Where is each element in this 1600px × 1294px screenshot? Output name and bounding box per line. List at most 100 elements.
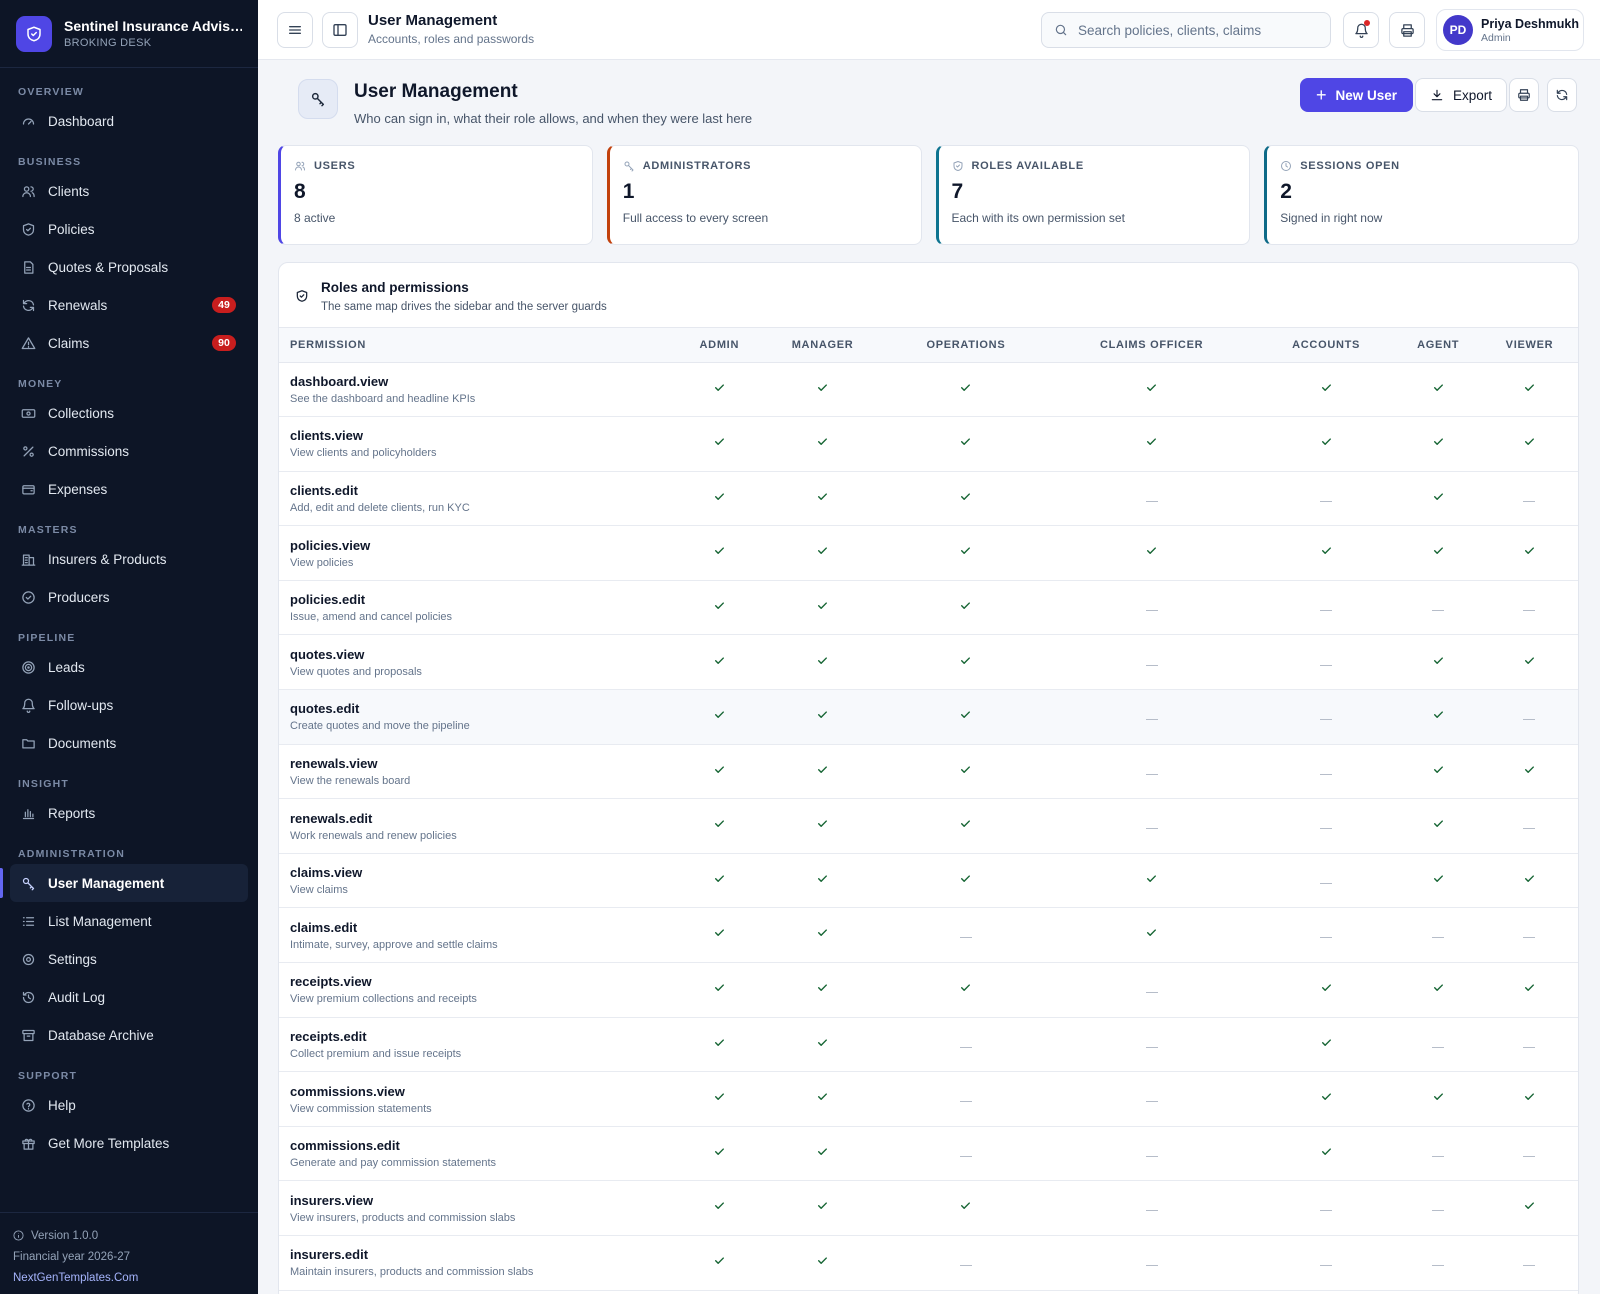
table-row[interactable]: clients.view View clients and policyholde… <box>279 416 1578 472</box>
kpi-card-administrators: ADMINISTRATORS 1 Full access to every scre… <box>606 145 922 245</box>
dash-icon <box>959 1149 973 1163</box>
sidebar-item-label: Reports <box>48 805 96 821</box>
sidebar-item-insurers-products[interactable]: Insurers & Products <box>10 540 248 578</box>
search-box[interactable] <box>1041 12 1331 48</box>
permission-code: claims.edit <box>290 919 358 935</box>
grant-cell <box>1046 416 1257 472</box>
check-icon <box>959 871 973 885</box>
print-button[interactable] <box>1389 12 1425 48</box>
table-row[interactable]: insurers.view View insurers, products and… <box>279 1180 1578 1236</box>
sidebar-item-list-management[interactable]: List Management <box>10 902 248 940</box>
new-user-button[interactable]: + New User <box>1300 78 1414 112</box>
table-row[interactable]: dashboard.view See the dashboard and head… <box>279 362 1578 418</box>
grant-cell <box>1256 416 1396 472</box>
table-row[interactable]: quotes.edit Create quotes and move the pi… <box>279 689 1578 745</box>
sidebar-item-follow-ups[interactable]: Follow-ups <box>10 686 248 724</box>
grant-cell <box>679 907 760 964</box>
dash-icon <box>1522 931 1536 945</box>
grant-cell <box>1256 853 1396 909</box>
sidebar-item-settings[interactable]: Settings <box>10 940 248 978</box>
user-menu[interactable]: PD Priya Deshmukh Admin <box>1436 9 1584 51</box>
sidebar-item-collections[interactable]: Collections <box>10 394 248 432</box>
grant-cell <box>1046 744 1257 800</box>
sidebar-item-renewals[interactable]: Renewals 49 <box>10 286 248 324</box>
sidebar-item-quotes-proposals[interactable]: Quotes & Proposals <box>10 248 248 286</box>
check-icon <box>712 871 726 885</box>
table-row[interactable]: commissions.view View commission statemen… <box>279 1071 1578 1127</box>
table-row[interactable]: renewals.view View the renewals board <box>279 744 1578 800</box>
check-icon <box>1145 435 1159 449</box>
check-icon <box>959 489 973 503</box>
sidebar-footer: Version 1.0.0 Financial year 2026-27 Nex… <box>0 1212 258 1294</box>
notifications-button[interactable] <box>1343 12 1379 48</box>
print-page-button[interactable] <box>1509 78 1539 112</box>
export-button[interactable]: Export <box>1415 78 1508 112</box>
wallet-icon <box>20 481 36 497</box>
templates-link[interactable]: NextGenTemplates.Com <box>13 1267 245 1288</box>
sidebar-item-clients[interactable]: Clients <box>10 172 248 210</box>
table-row[interactable]: clients.edit Add, edit and delete clients… <box>279 471 1578 527</box>
table-row[interactable]: policies.view View policies <box>279 525 1578 581</box>
brand[interactable]: Sentinel Insurance Advisors BROKING DESK <box>0 0 258 68</box>
grant-cell <box>1395 634 1481 691</box>
check-icon <box>1319 380 1333 394</box>
check-icon <box>712 598 726 612</box>
table-row[interactable]: insurers.edit Maintain insurers, products… <box>279 1235 1578 1291</box>
target-icon <box>20 659 36 675</box>
list-icon <box>20 913 36 929</box>
sidebar-item-producers[interactable]: Producers <box>10 578 248 616</box>
sidebar-item-expenses[interactable]: Expenses <box>10 470 248 508</box>
sidebar-item-get-more-templates[interactable]: Get More Templates <box>10 1124 248 1162</box>
sidebar-item-user-management[interactable]: User Management <box>0 864 248 902</box>
dash-icon <box>1522 822 1536 836</box>
dash-icon <box>1145 658 1159 672</box>
permission-cell: quotes.view View quotes and proposals <box>279 634 679 691</box>
table-row[interactable]: claims.view View claims <box>279 853 1578 909</box>
table-row[interactable]: commissions.edit Generate and pay commiss… <box>279 1126 1578 1182</box>
table-row[interactable]: renewals.edit Work renewals and renew pol… <box>279 798 1578 854</box>
sidebar-item-dashboard[interactable]: Dashboard <box>10 102 248 140</box>
clock-icon <box>1280 160 1292 172</box>
sidebar-item-claims[interactable]: Claims 90 <box>10 324 248 362</box>
check-icon <box>712 380 726 394</box>
table-row[interactable]: policies.edit Issue, amend and cancel pol… <box>279 580 1578 636</box>
sidebar-item-commissions[interactable]: Commissions <box>10 432 248 470</box>
sidebar-item-documents[interactable]: Documents <box>10 724 248 762</box>
check-icon <box>712 1199 726 1213</box>
permission-cell: policies.edit Issue, amend and cancel pol… <box>279 580 679 636</box>
sidebar-item-help[interactable]: Help <box>10 1086 248 1124</box>
sidebar-item-reports[interactable]: Reports <box>10 794 248 832</box>
toggle-sidebar-button[interactable] <box>322 12 358 48</box>
permission-description: View claims <box>290 884 348 897</box>
sidebar-item-audit-log[interactable]: Audit Log <box>10 978 248 1016</box>
grant-cell <box>1256 1235 1396 1291</box>
grant-cell <box>1046 689 1257 745</box>
permission-code: quotes.view <box>290 646 365 662</box>
permission-cell: clients.edit Add, edit and delete clients… <box>279 471 679 527</box>
table-row[interactable]: receipts.edit Collect premium and issue r… <box>279 1017 1578 1073</box>
table-row[interactable]: receipts.view View premium collections an… <box>279 962 1578 1018</box>
search-input[interactable] <box>1078 22 1318 38</box>
check-icon <box>1522 981 1536 995</box>
sidebar-item-database-archive[interactable]: Database Archive <box>10 1016 248 1054</box>
kpi-value: 7 <box>951 180 964 203</box>
permission-code: insurers.view <box>290 1192 374 1208</box>
sidebar-item-leads[interactable]: Leads <box>10 648 248 686</box>
grant-cell <box>885 525 1047 581</box>
table-row[interactable]: claims.edit Intimate, survey, approve and… <box>279 907 1578 964</box>
grant-cell <box>679 1235 760 1291</box>
grant-cell <box>679 362 760 418</box>
grant-cell <box>1480 689 1578 745</box>
menu-button[interactable] <box>277 12 313 48</box>
grant-cell <box>1395 744 1481 800</box>
sidebar-item-policies[interactable]: Policies <box>10 210 248 248</box>
table-row[interactable]: quotes.view View quotes and proposals <box>279 634 1578 691</box>
export-label: Export <box>1453 87 1493 103</box>
check-icon <box>959 653 973 667</box>
dash-icon <box>959 1259 973 1273</box>
grant-cell <box>1395 689 1481 745</box>
grant-cell <box>1480 525 1578 581</box>
refresh-button[interactable] <box>1547 78 1577 112</box>
grant-cell <box>1046 471 1257 527</box>
gift-icon <box>20 1135 36 1151</box>
